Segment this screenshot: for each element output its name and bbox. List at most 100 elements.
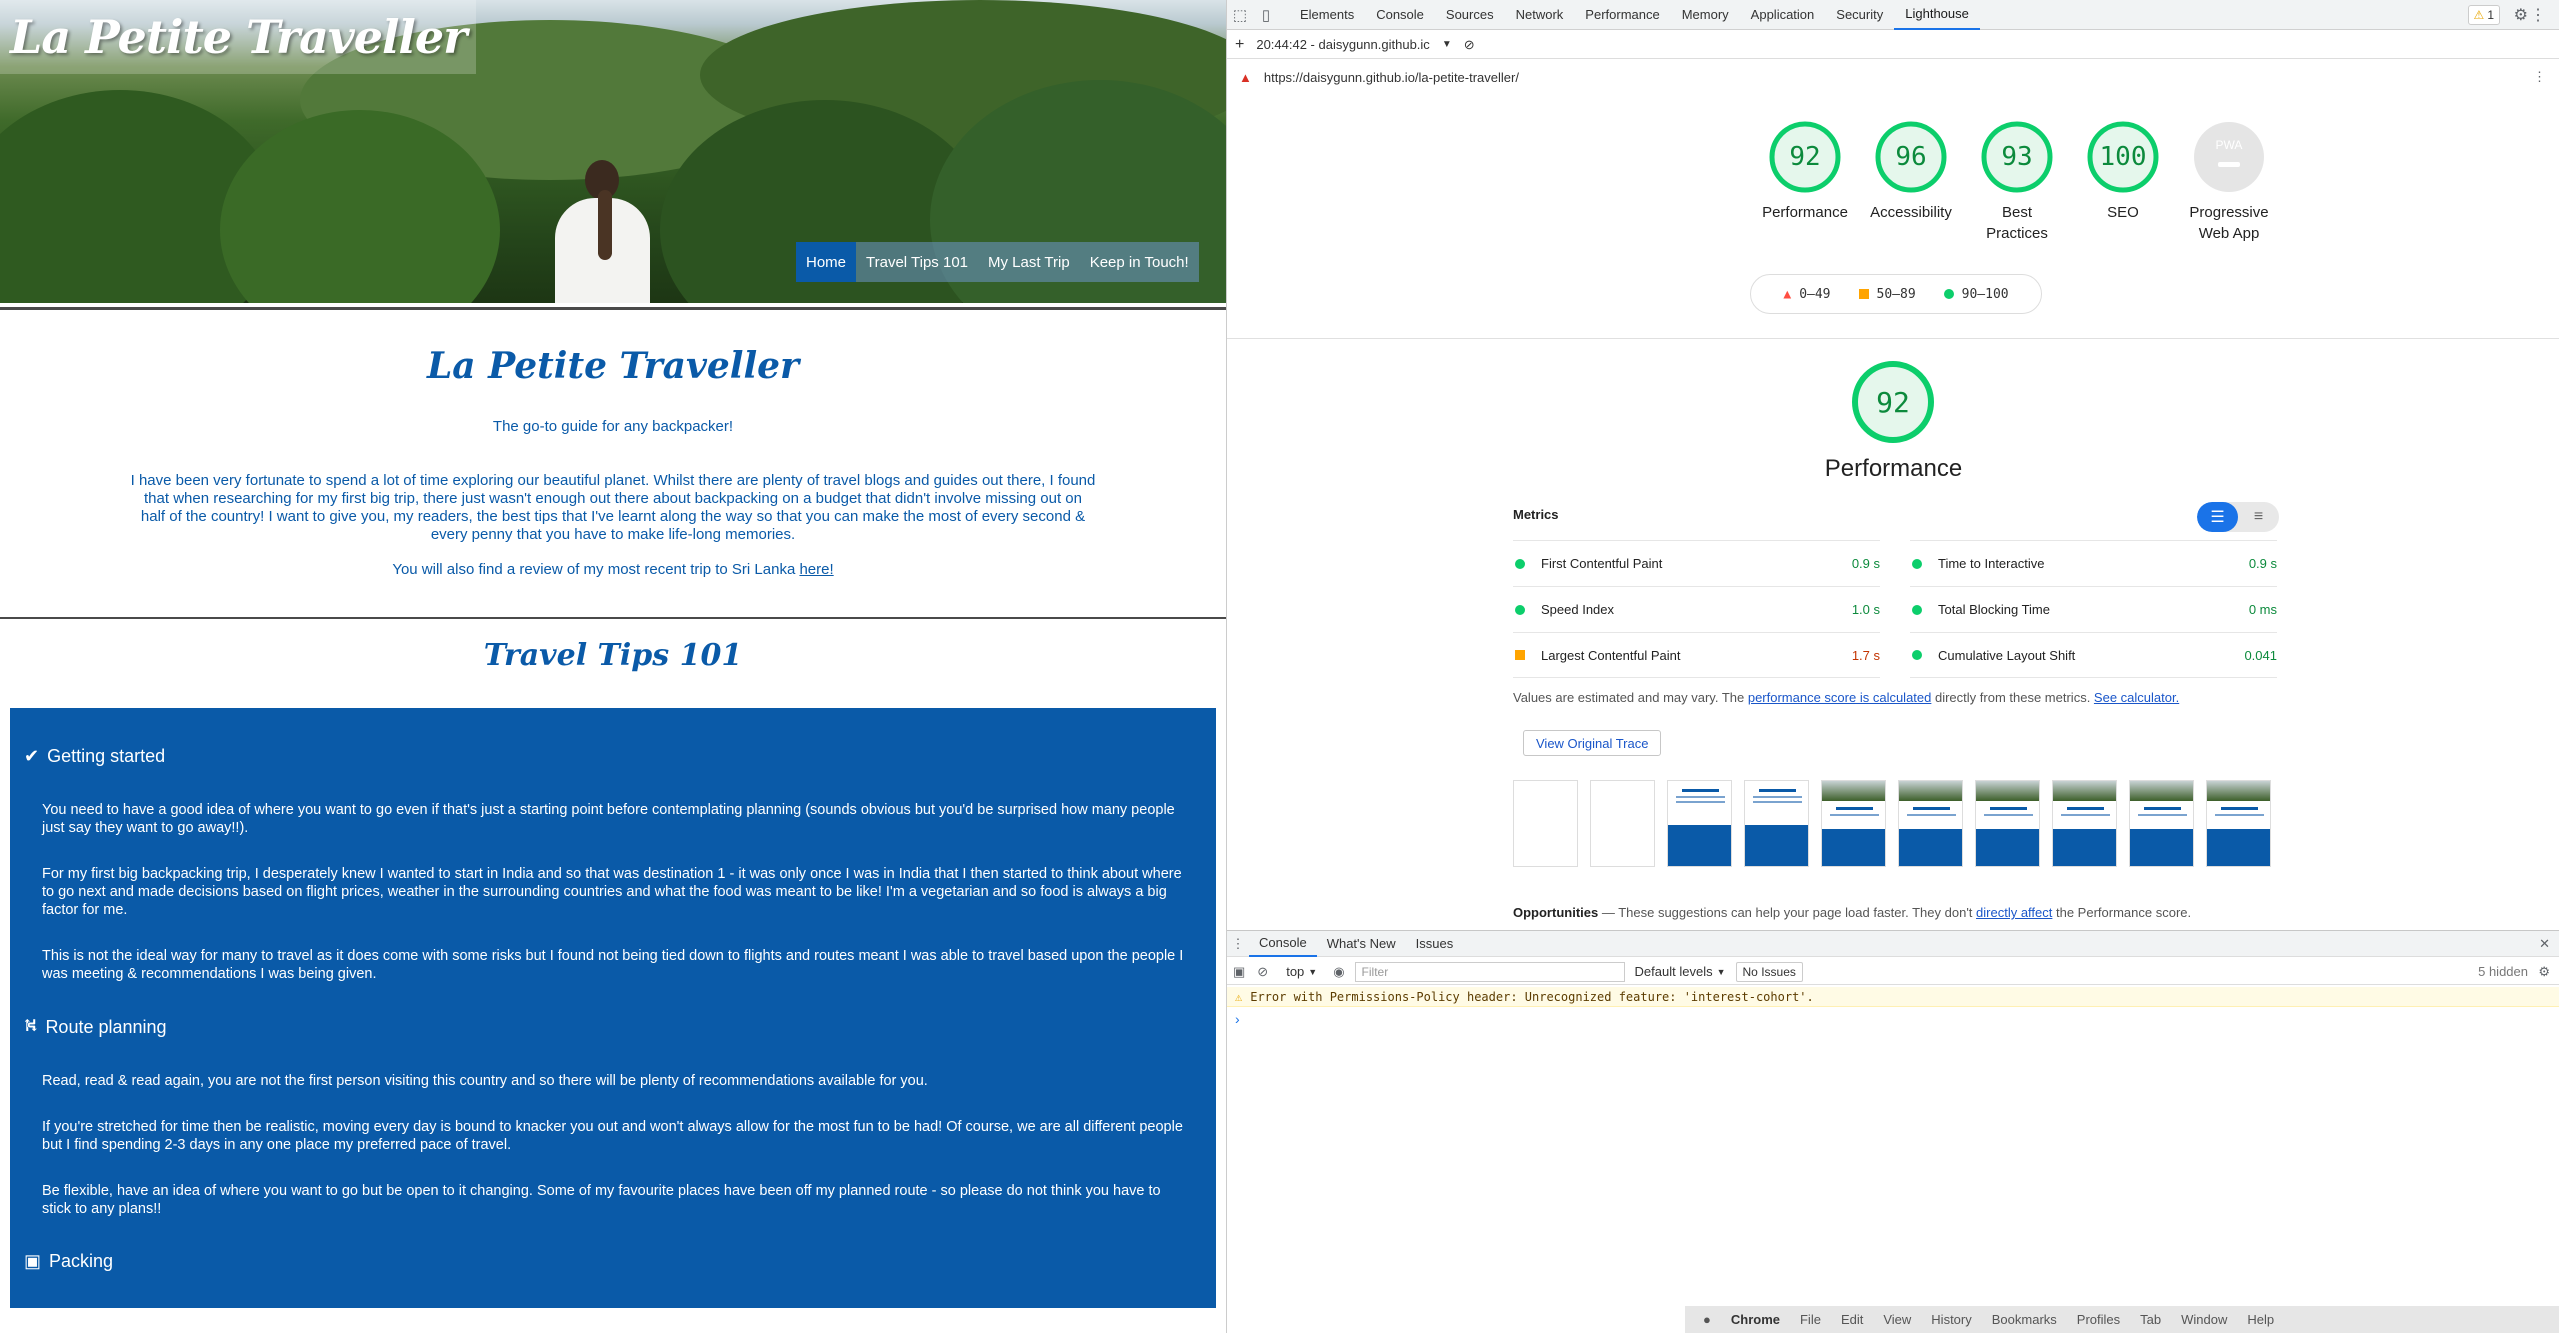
gear-icon[interactable]: ⚙ — [2514, 5, 2528, 25]
directly-affect-link[interactable]: directly affect — [1976, 905, 2052, 920]
report-selector[interactable]: 20:44:42 - daisygunn.github.ic — [1256, 37, 1429, 52]
inspect-icon[interactable]: ⬚ — [1227, 6, 1253, 24]
drawer-tab-console[interactable]: Console — [1249, 931, 1317, 957]
score-calc-link[interactable]: performance score is calculated — [1748, 690, 1932, 705]
menu-profiles[interactable]: Profiles — [2077, 1312, 2120, 1327]
metric-cls: Cumulative Layout Shift 0.041 — [1910, 632, 2277, 678]
divider — [0, 617, 1226, 619]
console-warning[interactable]: ⚠ Error with Permissions-Policy header: U… — [1227, 987, 2559, 1007]
lighthouse-toolbar: + 20:44:42 - daisygunn.github.ic ▼ ⊘ — [1227, 31, 2559, 59]
menu-chrome[interactable]: Chrome — [1731, 1312, 1780, 1327]
drawer-tab-whats-new[interactable]: What's New — [1317, 931, 1406, 957]
website-viewport: La Petite Traveller Home Travel Tips 101… — [0, 0, 1226, 1333]
square-icon — [1858, 289, 1869, 299]
list-view-icon[interactable]: ☰ — [2197, 502, 2238, 532]
menu-help[interactable]: Help — [2247, 1312, 2274, 1327]
opportunities-heading: Opportunities — These suggestions can he… — [1513, 905, 2192, 920]
menu-history[interactable]: History — [1931, 1312, 1971, 1327]
menu-view[interactable]: View — [1883, 1312, 1911, 1327]
filmstrip-frame — [1975, 780, 2040, 867]
intro-text: I have been very fortunate to spend a lo… — [130, 472, 1096, 543]
add-icon[interactable]: + — [1235, 36, 1244, 54]
log-levels-dropdown[interactable]: Default levels — [1635, 964, 1713, 979]
pwa-icon: PWA — [2215, 138, 2243, 152]
metric-lcp: Largest Contentful Paint 1.7 s — [1513, 632, 1880, 678]
gauge-pwa[interactable]: PWA Progressive Web App — [2164, 120, 2294, 244]
devtools-panel: ⬚ ▯ Elements Console Sources Network Per… — [1226, 0, 2559, 1333]
view-trace-button[interactable]: View Original Trace — [1523, 730, 1662, 756]
apple-icon[interactable]: ● — [1703, 1312, 1711, 1327]
tab-application[interactable]: Application — [1740, 0, 1826, 30]
drawer-tab-issues[interactable]: Issues — [1406, 931, 1464, 957]
nav-last-trip[interactable]: My Last Trip — [978, 242, 1080, 282]
menu-file[interactable]: File — [1800, 1312, 1821, 1327]
nav-keep-in-touch[interactable]: Keep in Touch! — [1079, 242, 1199, 282]
metric-tbt: Total Blocking Time 0 ms — [1910, 586, 2277, 632]
performance-title: Performance — [1824, 455, 1963, 482]
eye-icon[interactable]: ◉ — [1333, 964, 1344, 980]
chevron-down-icon: ▼ — [1716, 966, 1726, 977]
tab-elements[interactable]: Elements — [1289, 0, 1365, 30]
more-icon[interactable]: ⋮ — [2533, 69, 2546, 85]
gear-icon[interactable]: ⚙ — [2538, 964, 2550, 980]
menu-tab[interactable]: Tab — [2140, 1312, 2161, 1327]
calculator-link[interactable]: See calculator. — [2094, 690, 2179, 705]
tab-performance[interactable]: Performance — [1574, 0, 1670, 30]
tab-security[interactable]: Security — [1825, 0, 1894, 30]
tab-sources[interactable]: Sources — [1435, 0, 1505, 30]
tab-console[interactable]: Console — [1365, 0, 1435, 30]
report-url[interactable]: https://daisygunn.github.io/la-petite-tr… — [1264, 70, 1519, 85]
metrics-view-toggle[interactable]: ☰ ≡ — [2197, 502, 2279, 532]
tagline: The go-to guide for any backpacker! — [492, 418, 734, 435]
pass-icon — [1515, 604, 1525, 615]
metrics-heading: Metrics — [1513, 507, 1559, 522]
traveller-figure — [540, 160, 670, 303]
chevron-down-icon: ▼ — [1441, 39, 1452, 50]
menu-window[interactable]: Window — [2181, 1312, 2227, 1327]
chevron-down-icon: ▼ — [1308, 966, 1318, 977]
clear-console-icon[interactable]: ⊘ — [1257, 964, 1268, 980]
warning-icon: ⚠ — [2473, 8, 2485, 22]
console-prompt-icon[interactable]: › — [1235, 1011, 1240, 1027]
mac-menubar: ● Chrome File Edit View History Bookmark… — [1685, 1306, 2559, 1333]
pass-icon — [1515, 558, 1525, 569]
triangle-icon: ▲ — [1783, 286, 1792, 302]
filmstrip-frame — [1821, 780, 1886, 867]
expanded-view-icon[interactable]: ≡ — [2238, 502, 2279, 532]
tab-network[interactable]: Network — [1505, 0, 1575, 30]
clear-icon[interactable]: ⊘ — [1464, 37, 1475, 53]
divider — [1227, 338, 2559, 339]
filmstrip-frame — [2052, 780, 2117, 867]
warning-badge[interactable]: ⚠ 1 — [2467, 5, 2500, 25]
nav-home[interactable]: Home — [796, 242, 857, 282]
suitcase-icon: ▣ — [24, 1251, 42, 1271]
more-icon[interactable]: ⋮ — [2530, 5, 2546, 25]
close-icon[interactable]: ✕ — [2539, 936, 2550, 952]
circle-icon — [1943, 289, 1954, 299]
lighthouse-icon: ▲ — [1239, 69, 1252, 85]
site-logo[interactable]: La Petite Traveller — [0, 0, 477, 74]
tip-heading-getting-started[interactable]: ✔ Getting started — [24, 746, 165, 767]
filmstrip-frame — [2129, 780, 2194, 867]
menu-edit[interactable]: Edit — [1841, 1312, 1863, 1327]
score-legend: ▲ 0–49 50–89 90–100 — [1750, 274, 2042, 314]
hero-image: La Petite Traveller Home Travel Tips 101… — [0, 0, 1226, 303]
drawer-menu-icon[interactable]: ⋮ — [1227, 936, 1249, 952]
sidebar-toggle-icon[interactable]: ▣ — [1233, 964, 1245, 980]
context-selector[interactable]: top — [1286, 964, 1304, 979]
tip-heading-packing[interactable]: ▣ Packing — [24, 1251, 113, 1272]
console-toolbar: ▣ ⊘ top ▼ ◉ Filter Default levels ▼ No I… — [1227, 959, 2559, 985]
console-filter-input[interactable]: Filter — [1354, 961, 1625, 982]
menu-bookmarks[interactable]: Bookmarks — [1992, 1312, 2057, 1327]
tip-paragraph: Read, read & read again, you are not the… — [42, 1073, 928, 1089]
tab-memory[interactable]: Memory — [1671, 0, 1740, 30]
divider — [0, 307, 1226, 310]
device-toggle-icon[interactable]: ▯ — [1253, 6, 1279, 24]
nav-travel-tips[interactable]: Travel Tips 101 — [856, 242, 979, 282]
tip-heading-route-planning[interactable]: ⛕ Route planning — [24, 1015, 167, 1039]
review-link[interactable]: here! — [799, 561, 833, 578]
filmstrip — [1513, 780, 2271, 867]
tips-accordion: ✔ Getting started You need to have a good… — [10, 708, 1216, 1308]
tab-lighthouse[interactable]: Lighthouse — [1894, 0, 1980, 30]
no-issues-button[interactable]: No Issues — [1735, 961, 1803, 982]
